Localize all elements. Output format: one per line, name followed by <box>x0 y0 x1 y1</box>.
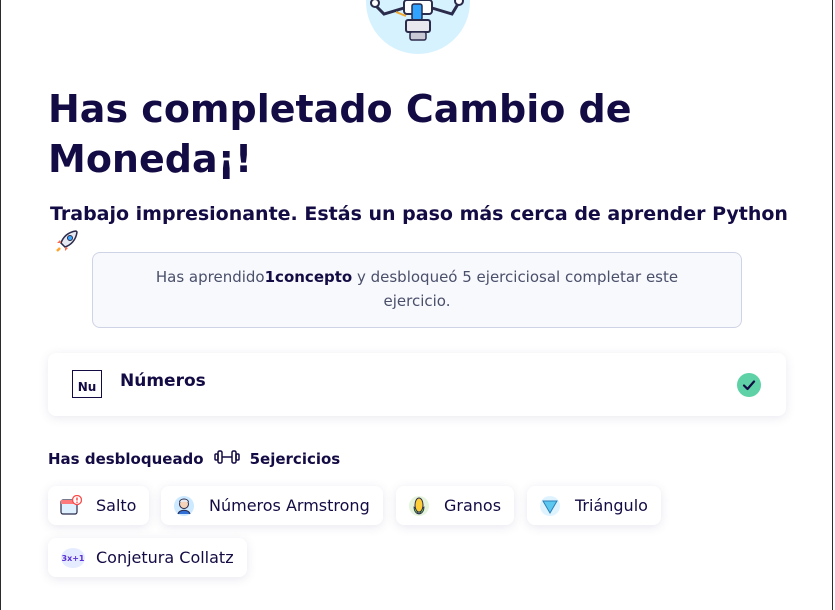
svg-text:3x+1: 3x+1 <box>62 554 85 563</box>
exercise-name: Salto <box>96 496 137 515</box>
summary-middle: y desbloqueó 5 ejercicios <box>352 268 547 286</box>
scientist-icon <box>173 495 195 517</box>
unlocked-heading: Has desbloqueado 5ejercicios <box>48 449 340 469</box>
subtitle-text: Trabajo impresionante. Estás un paso más… <box>50 203 788 225</box>
unlocked-label: Has desbloqueado <box>48 450 204 468</box>
concept-name: Números <box>120 371 206 391</box>
dumbbell-icon <box>213 449 240 469</box>
exercise-chip-granos[interactable]: Granos <box>396 486 515 525</box>
exercise-name: Números Armstrong <box>209 496 370 515</box>
formula-icon: 3x+1 <box>60 547 86 569</box>
exercise-name: Triángulo <box>575 496 648 515</box>
calendar-alert-icon <box>60 494 83 517</box>
concept-badge: Nu <box>72 370 102 398</box>
exercise-chip-salto[interactable]: Salto <box>48 486 150 525</box>
exercise-chip-conjetura-collatz[interactable]: 3x+1 Conjetura Collatz <box>48 538 247 577</box>
learning-summary: Has aprendido1concepto y desbloqueó 5 ej… <box>92 252 742 328</box>
corn-icon <box>408 495 430 517</box>
exercise-chip-triangulo[interactable]: Triángulo <box>527 486 661 525</box>
page-title: Has completado Cambio de Moneda¡! <box>48 87 632 181</box>
unlocked-count-word: ejercicios <box>260 450 341 468</box>
check-icon <box>737 373 761 397</box>
unlocked-count: 5 <box>249 450 261 468</box>
exercise-chip-numeros-armstrong[interactable]: Números Armstrong <box>161 486 383 525</box>
triangle-icon <box>539 495 561 517</box>
concept-card-numeros[interactable]: Nu Números <box>48 353 786 416</box>
summary-prefix: Has aprendido <box>155 268 265 286</box>
summary-count: 1 <box>264 268 276 286</box>
exercise-name: Granos <box>444 496 502 515</box>
rocket-icon <box>54 228 80 262</box>
summary-concept-word: concepto <box>275 268 353 286</box>
exercise-name: Conjetura Collatz <box>96 548 234 567</box>
